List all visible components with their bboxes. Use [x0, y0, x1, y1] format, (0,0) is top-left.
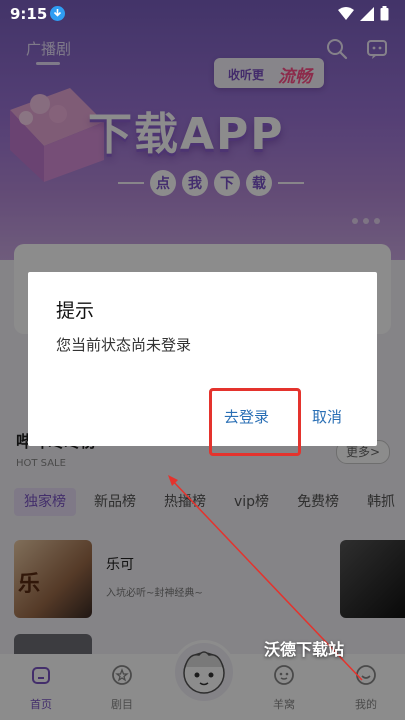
download-notification-icon	[50, 6, 65, 21]
highlight-box	[209, 388, 301, 456]
watermark: 沃德下载站	[264, 640, 345, 659]
battery-icon	[380, 6, 389, 21]
signal-icon	[360, 6, 374, 21]
login-prompt-dialog: 提示 您当前状态尚未登录 去登录 取消	[28, 272, 377, 446]
cancel-button[interactable]: 取消	[312, 406, 342, 427]
status-time: 9:15	[10, 5, 48, 23]
dialog-message: 您当前状态尚未登录	[56, 336, 192, 354]
wifi-icon	[338, 6, 354, 20]
status-bar: 9:15	[0, 0, 405, 28]
dialog-title: 提示	[56, 300, 95, 322]
